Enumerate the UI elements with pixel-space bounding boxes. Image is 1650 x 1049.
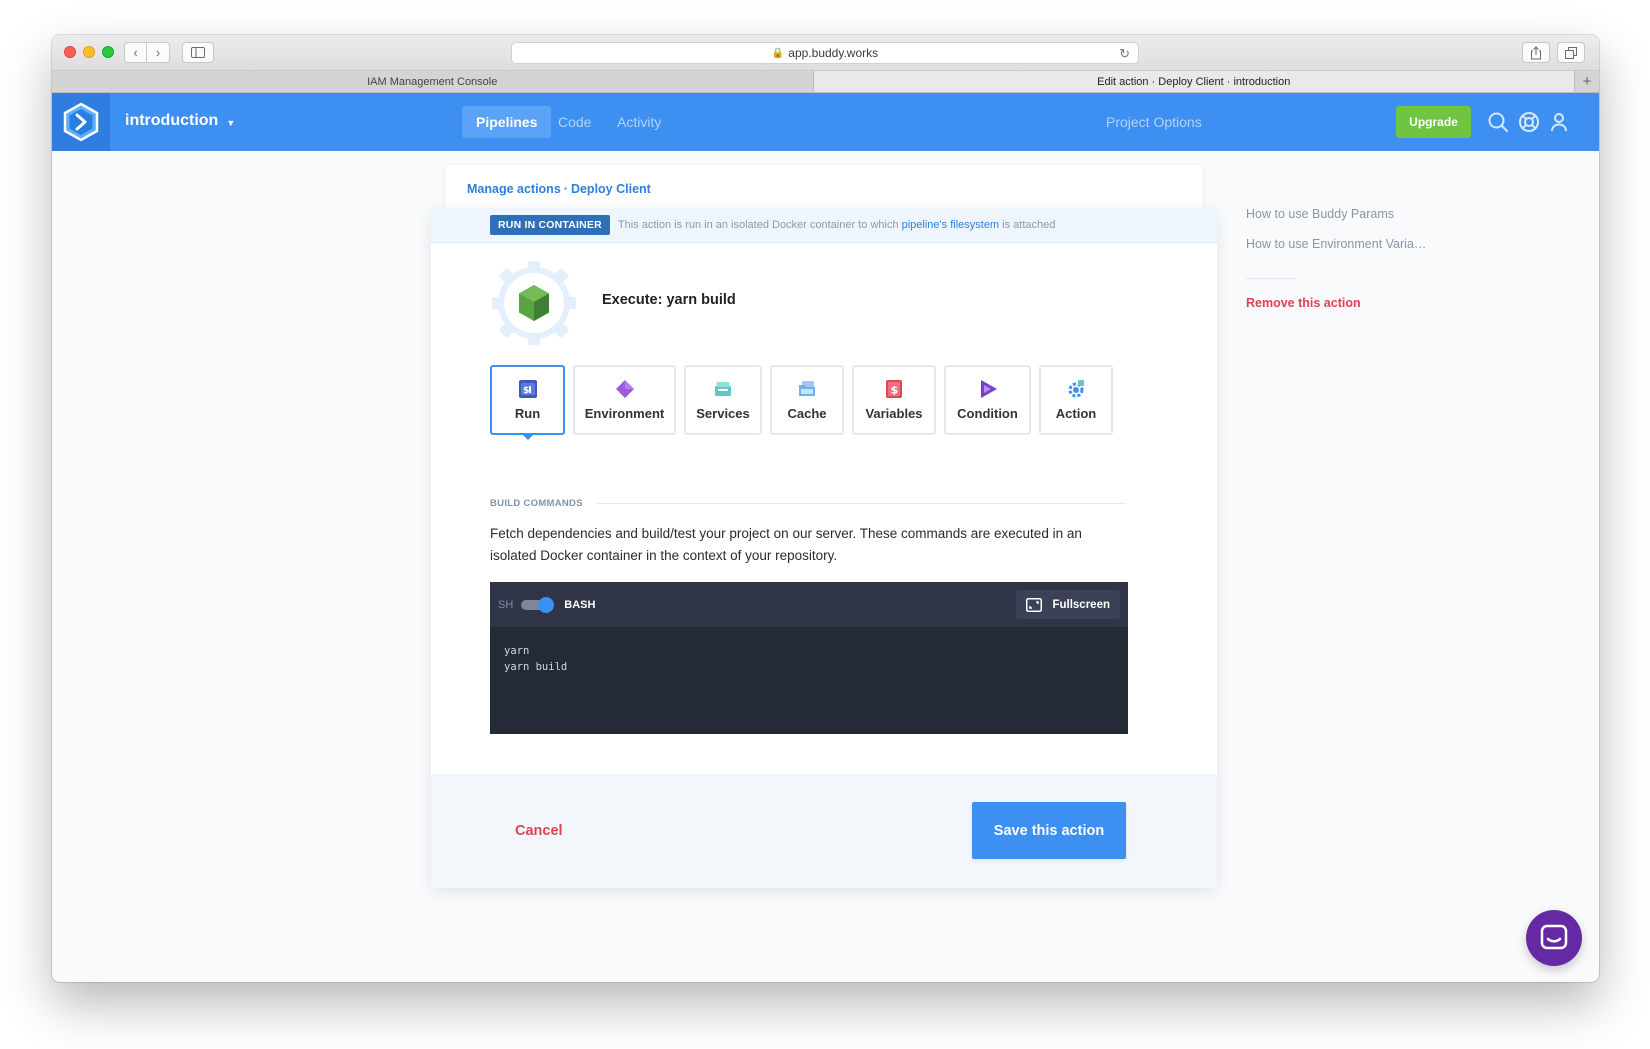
buddy-logo-icon: [63, 102, 99, 142]
action-title: Execute: yarn build: [602, 292, 736, 308]
close-window-button[interactable]: [64, 46, 76, 58]
code-content[interactable]: yarn yarn build: [504, 643, 567, 675]
back-button[interactable]: ‹: [124, 42, 147, 63]
tab-condition[interactable]: Condition: [944, 365, 1031, 435]
sidebar-toggle-button[interactable]: [182, 42, 214, 63]
cancel-button[interactable]: Cancel: [515, 823, 563, 839]
save-action-button[interactable]: Save this action: [972, 802, 1126, 859]
diamond-icon: [615, 379, 635, 399]
divider: [596, 503, 1126, 504]
fullscreen-button[interactable]: Fullscreen: [1016, 590, 1120, 619]
lock-icon: 🔒: [771, 47, 785, 59]
nodejs-hexagon-icon: [492, 261, 576, 345]
editor-toolbar: SH BASH Fullscreen: [490, 582, 1128, 627]
browser-tab[interactable]: IAM Management Console: [52, 71, 814, 92]
new-tab-button[interactable]: +: [1575, 71, 1599, 92]
info-text: This action is run in an isolated Docker…: [617, 219, 1056, 231]
app-header: introduction ▼ Pipelines Code Activity P…: [52, 93, 1599, 151]
tabs-icon: [1564, 46, 1577, 59]
show-tabs-button[interactable]: [1557, 42, 1585, 63]
project-switcher[interactable]: introduction ▼: [125, 112, 235, 130]
upgrade-button[interactable]: Upgrade: [1396, 106, 1471, 138]
fullscreen-icon: [1026, 597, 1043, 612]
nav-code[interactable]: Code: [544, 106, 605, 138]
svg-text:$: $: [523, 386, 529, 396]
variables-dollar-icon: $: [884, 379, 904, 399]
info-bar: RUN IN CONTAINER This action is run in a…: [431, 208, 1217, 243]
sidebar-icon: [191, 47, 205, 58]
breadcrumb-pipeline[interactable]: Deploy Client: [571, 182, 651, 196]
action-editor-card: RUN IN CONTAINER This action is run in a…: [431, 208, 1217, 888]
services-box-icon: [713, 379, 733, 399]
action-icon: [489, 258, 579, 348]
tab-variables[interactable]: $ Variables: [852, 365, 936, 435]
breadcrumb: Manage actions · Deploy Client: [467, 182, 651, 196]
build-description: Fetch dependencies and build/test your p…: [490, 526, 1082, 563]
browser-window: ‹ › 🔒 app.buddy.works ↻ IAM Management C…: [52, 35, 1599, 982]
browser-toolbar: ‹ › 🔒 app.buddy.works ↻: [52, 35, 1599, 71]
action-gear-icon: [1066, 379, 1086, 399]
chat-launcher[interactable]: [1526, 910, 1582, 966]
user-icon[interactable]: [1547, 110, 1571, 134]
share-icon: [1531, 45, 1541, 59]
tab-services[interactable]: Services: [684, 365, 762, 435]
forward-button[interactable]: ›: [147, 42, 170, 63]
reload-icon[interactable]: ↻: [1119, 46, 1130, 62]
tab-action[interactable]: Action: [1039, 365, 1113, 435]
divider: [1246, 278, 1296, 279]
tab-cache[interactable]: Cache: [770, 365, 844, 435]
address-bar[interactable]: 🔒 app.buddy.works ↻: [511, 42, 1139, 64]
nav-pipelines[interactable]: Pipelines: [462, 106, 552, 138]
tab-environment[interactable]: Environment: [573, 365, 676, 435]
project-options-link[interactable]: Project Options: [1106, 114, 1202, 130]
minimize-window-button[interactable]: [83, 46, 95, 58]
breadcrumb-manage-actions[interactable]: Manage actions: [467, 182, 561, 196]
build-commands-header: BUILD COMMANDS: [490, 498, 1126, 509]
terminal-icon: $: [518, 379, 538, 399]
run-in-container-badge: RUN IN CONTAINER: [490, 215, 610, 235]
buddy-logo[interactable]: [52, 93, 110, 151]
cache-folder-icon: [797, 379, 817, 399]
remove-action-link[interactable]: Remove this action: [1246, 296, 1361, 310]
nav-activity[interactable]: Activity: [603, 106, 675, 138]
filesystem-link[interactable]: pipeline's filesystem: [902, 219, 999, 231]
chat-icon: [1540, 924, 1568, 950]
condition-play-icon: [978, 379, 998, 399]
zoom-window-button[interactable]: [102, 46, 114, 58]
chevron-right-icon: ›: [155, 45, 161, 60]
help-link-buddy-params[interactable]: How to use Buddy Params: [1246, 207, 1394, 221]
toggle-knob: [538, 596, 555, 613]
plus-icon: +: [1582, 73, 1592, 90]
help-link-env-vars[interactable]: How to use Environment Varia…: [1246, 237, 1426, 251]
tab-run[interactable]: $ Run: [490, 365, 565, 440]
shell-bash-label: BASH: [564, 598, 596, 611]
address-url: app.buddy.works: [788, 46, 879, 60]
shell-sh-label: SH: [498, 598, 514, 611]
code-editor[interactable]: SH BASH Fullscreen yarn yarn build: [490, 582, 1128, 734]
form-footer: Cancel Save this action: [431, 774, 1217, 888]
project-name: introduction: [125, 112, 219, 129]
help-lifebuoy-icon[interactable]: [1517, 110, 1541, 134]
svg-text:$: $: [891, 384, 899, 397]
shell-toggle[interactable]: [521, 596, 555, 613]
caret-down-icon: ▼: [226, 117, 236, 128]
browser-tab-bar: IAM Management Console Edit action · Dep…: [52, 71, 1599, 93]
search-icon[interactable]: [1486, 110, 1510, 134]
browser-tab-active[interactable]: Edit action · Deploy Client · introducti…: [813, 71, 1575, 92]
share-button[interactable]: [1522, 42, 1550, 63]
chevron-left-icon: ‹: [133, 45, 138, 60]
